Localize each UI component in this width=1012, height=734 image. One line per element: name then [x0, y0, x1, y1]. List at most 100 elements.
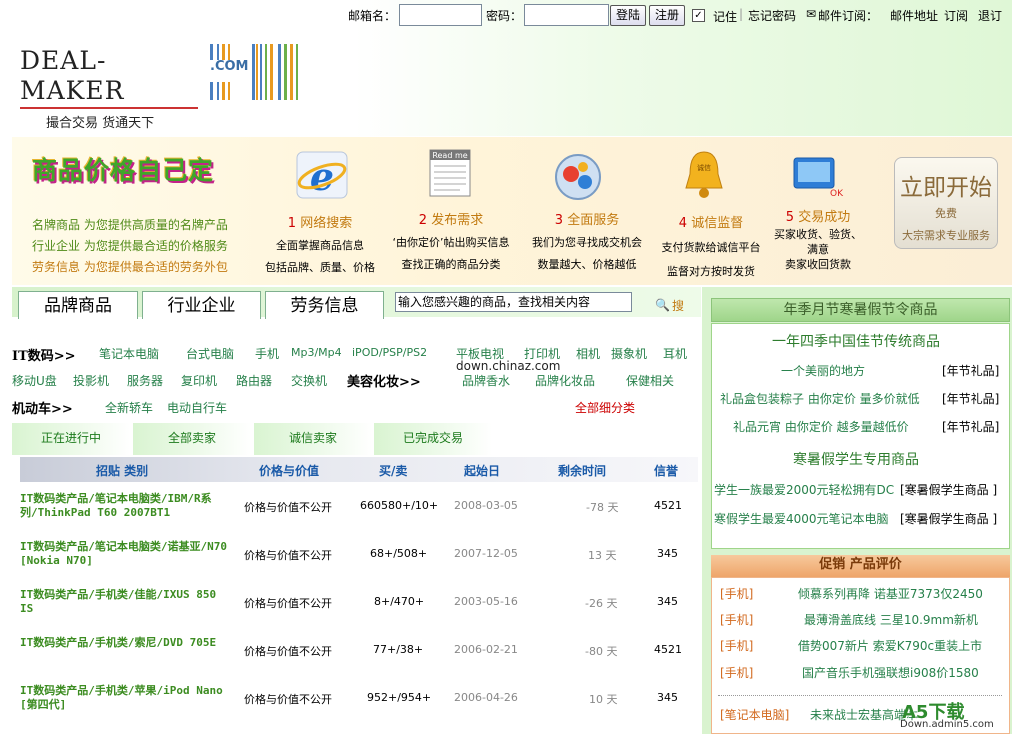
col-header-buy-sell[interactable]: 买/卖 [379, 462, 407, 479]
cat-item[interactable]: Mp3/Mp4 [291, 346, 342, 359]
tab-industry[interactable]: 行业企业 [142, 291, 261, 319]
table-row[interactable]: IT数码类产品/笔记本电脑类/IBM/R系列/ThinkPad T60 2007… [20, 483, 698, 531]
cat-item[interactable]: 路由器 [236, 372, 272, 389]
forgot-password-link[interactable]: 忘记密码 [748, 7, 796, 24]
cat-item[interactable]: 手机 [255, 345, 279, 362]
cat-item[interactable]: 电动自行车 [167, 399, 227, 416]
cat-item[interactable]: 笔记本电脑 [99, 345, 159, 362]
login-button[interactable]: 登陆 [610, 5, 646, 26]
step-1-line1: 全面掌握商品信息 [276, 239, 364, 252]
seasonal-item-link[interactable]: 礼品盒包装粽子 由你定价 量多价就低 [720, 390, 920, 407]
seasonal-item-link[interactable]: 一个美丽的地方 [781, 362, 865, 379]
promo-item-tag: [手机] [720, 639, 754, 653]
row-title-link[interactable]: IT数码类产品/手机类/佳能/IXUS 850 IS [20, 588, 232, 616]
tab-labor[interactable]: 劳务信息 [265, 291, 384, 319]
student-item-tag: [寒暑假学生商品 ] [900, 483, 998, 497]
divider: | [739, 7, 744, 21]
unsubscribe-link[interactable]: 退订 [978, 7, 1002, 24]
seasonal-item-tag: [年节礼品] [942, 364, 1000, 378]
start-now-button[interactable]: 立即开始 免费 大宗需求专业服务 [894, 157, 998, 249]
mail-address-link[interactable]: 邮件地址 [890, 7, 938, 24]
table-row[interactable]: IT数码类产品/手机类/苹果/iPod Nano [第四代] 价格与价值不公开 … [20, 675, 698, 723]
row-title-link[interactable]: IT数码类产品/笔记本电脑类/IBM/R系列/ThinkPad T60 2007… [20, 492, 232, 520]
search-icon[interactable]: 🔍 [655, 298, 670, 312]
promo-item-link[interactable]: 国产音乐手机强联想i908价1580 [802, 664, 979, 681]
cat-item[interactable]: 移动U盘 [12, 372, 57, 389]
row-credit: 4521 [654, 499, 682, 512]
cat-item[interactable]: 品牌化妆品 [535, 372, 595, 389]
remember-checkbox[interactable]: ✓ [692, 9, 705, 22]
seasonal-item-tag: [年节礼品] [942, 392, 1000, 406]
row-title-link[interactable]: IT数码类产品/笔记本电脑类/诺基亚/N70 [Nokia N70] [20, 540, 232, 568]
category-car-heading[interactable]: 机动车>> [12, 398, 73, 417]
cat-item[interactable]: 保健相关 [626, 372, 674, 389]
step-5-line1: 买家收货、验货、 [774, 228, 862, 241]
status-tab-trusted-sellers[interactable]: 诚信卖家 [254, 423, 372, 455]
promo-item-link[interactable]: 最薄滑盖底线 三星10.9mm新机 [804, 611, 978, 628]
step-3-title[interactable]: 全面服务 [567, 213, 619, 228]
page: 邮箱名： 密码： 登陆 注册 ✓ 记住 | 忘记密码 ✉ 邮件订阅： 邮件地址 … [0, 0, 1012, 734]
col-header-price[interactable]: 价格与价值 [259, 462, 319, 479]
cat-item[interactable]: 品牌香水 [462, 372, 510, 389]
status-tab-all-sellers[interactable]: 全部卖家 [133, 423, 251, 455]
register-button[interactable]: 注册 [649, 5, 685, 26]
col-header-credit[interactable]: 信誉 [654, 462, 678, 479]
logo-com: .COM [210, 59, 249, 74]
seasonal-item-link[interactable]: 礼品元宵 由你定价 越多量越低价 [733, 418, 909, 435]
band-line-1-name[interactable]: 名牌商品 [32, 218, 80, 232]
band-line-2-name[interactable]: 行业企业 [32, 239, 80, 253]
step-2: 2 发布需求 ‘由你定价’帖出购买信息 查找正确的商品分类 [383, 210, 519, 276]
search-button[interactable]: 搜 [672, 297, 684, 314]
cat-item[interactable]: 摄象机 [611, 345, 647, 362]
step-5-title[interactable]: 交易成功 [798, 210, 850, 225]
promo-item-tag: [手机] [720, 666, 754, 680]
band-slogan: 商品价格自己定 [32, 156, 215, 185]
row-price: 价格与价值不公开 [244, 693, 332, 706]
svg-text:OK: OK [830, 189, 844, 199]
all-subcategories-link[interactable]: 全部细分类 [575, 399, 635, 416]
status-tab-ongoing[interactable]: 正在进行中 [12, 423, 130, 455]
step-1-title[interactable]: 网络搜索 [300, 216, 352, 231]
status-tab-completed[interactable]: 已完成交易 [374, 423, 492, 455]
cat-item[interactable]: 复印机 [181, 372, 217, 389]
student-item-link[interactable]: 学生一族最爱2000元轻松拥有DC [714, 481, 894, 498]
category-beauty-heading[interactable]: 美容化妆>> [347, 371, 421, 390]
tab-brand-goods[interactable]: 品牌商品 [18, 291, 138, 319]
table-row[interactable]: IT数码类产品/手机类/佳能/IXUS 850 IS 价格与价值不公开 8+/4… [20, 579, 698, 627]
cat-item[interactable]: 投影机 [73, 372, 109, 389]
promo-item-link[interactable]: 借势007新片 索爱K790c重装上市 [798, 637, 982, 654]
row-start-date: 2006-02-21 [454, 643, 518, 656]
cat-item[interactable]: 全新轿车 [105, 399, 153, 416]
col-header-start-date[interactable]: 起始日 [464, 462, 500, 479]
search-input[interactable]: 输入您感兴趣的商品，查找相关内容 [395, 292, 632, 312]
step-4-line2: 监督对方按时发货 [667, 265, 755, 278]
col-header-title[interactable]: 招贴 类别 [96, 462, 148, 479]
cat-item[interactable]: 耳机 [663, 345, 687, 362]
row-title-link[interactable]: IT数码类产品/手机类/苹果/iPod Nano [第四代] [20, 684, 232, 712]
table-row[interactable]: IT数码类产品/笔记本电脑类/诺基亚/N70 [Nokia N70] 价格与价值… [20, 531, 698, 579]
student-item-link[interactable]: 寒假学生最爱4000元笔记本电脑 [714, 510, 889, 527]
category-it-heading[interactable]: IT数码>> [12, 345, 76, 364]
step-2-line1: ‘由你定价’帖出购买信息 [392, 236, 510, 249]
subscribe-link[interactable]: 订阅 [944, 7, 968, 24]
cat-item[interactable]: 服务器 [127, 372, 163, 389]
cat-item[interactable]: 相机 [576, 345, 600, 362]
step-3-line2: 数量越大、价格越低 [537, 258, 637, 271]
promo-divider [718, 695, 1002, 696]
table-row[interactable]: IT数码类产品/手机类/索尼/DVD 705E 价格与价值不公开 77+/38+… [20, 627, 698, 675]
site-logo[interactable]: DEAL-MAKER 撮合交易 货通天下 [20, 46, 200, 131]
row-title-link[interactable]: IT数码类产品/手机类/索尼/DVD 705E [20, 636, 232, 650]
mail-icon: ✉ [806, 7, 817, 21]
email-input[interactable] [399, 4, 482, 26]
cat-item[interactable]: 交换机 [291, 372, 327, 389]
password-input[interactable] [524, 4, 609, 26]
col-header-time-left[interactable]: 剩余时间 [558, 462, 606, 479]
cat-item[interactable]: 台式电脑 [186, 345, 234, 362]
band-line-3-name[interactable]: 劳务信息 [32, 260, 80, 274]
promo-item-link[interactable]: 倾慕系列再降 诺基亚7373仅2450 [798, 585, 983, 602]
step-5: 5 交易成功 买家收货、验货、 满意 卖家收回货款 [766, 208, 870, 272]
row-start-date: 2007-12-05 [454, 547, 518, 560]
cat-item[interactable]: iPOD/PSP/PS2 [352, 346, 427, 359]
step-2-title[interactable]: 发布需求 [431, 213, 483, 228]
step-4-title[interactable]: 诚信监督 [691, 216, 743, 231]
